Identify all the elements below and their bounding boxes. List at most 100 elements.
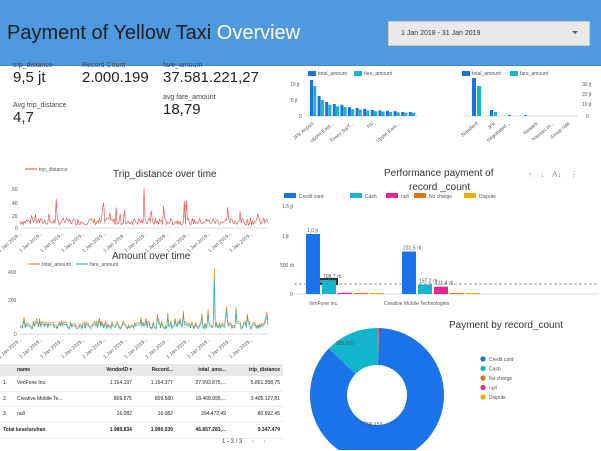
legend-label: No charge xyxy=(429,194,452,200)
bar-total-amount xyxy=(378,110,382,116)
scorecard-avg-trip-distance[interactable]: Avg trip_distance 4,7 xyxy=(13,102,67,126)
chart-title: Amount over time xyxy=(112,251,191,262)
scorecard-value: 9,5 jt xyxy=(13,69,46,86)
legend-dot xyxy=(480,365,486,372)
data-label: 1,0 jt xyxy=(307,228,318,234)
table-total-record-count: 1.990.039 xyxy=(134,420,176,439)
table-total-amount: 46.857.283,... xyxy=(175,420,230,439)
chart-title-line2: record _count xyxy=(409,182,470,193)
table-cell-record-count: 809.580 xyxy=(134,391,176,407)
scorecard-trip-distance[interactable]: trip_distance 9,5 jt xyxy=(13,62,53,86)
chevron-right-icon[interactable]: › xyxy=(264,439,266,445)
legend-label: Dispute xyxy=(479,194,496,200)
bar-group: 1,0 jt708,7 rb231,5 rb157,2 rb121,4 rb xyxy=(306,228,480,294)
chart-title: Trip_distance over time xyxy=(113,169,217,180)
table-header-total-amount[interactable]: total_amo... xyxy=(175,364,230,376)
y-tick-label: 0 xyxy=(299,114,302,120)
table-cell-index: 3. xyxy=(0,406,14,422)
table-row[interactable]: 1. VeriFone Inc. 1.164.197 1.164.377 27.… xyxy=(0,376,283,392)
bar-dispute xyxy=(370,293,384,294)
legend-label-total-amount: total_amount xyxy=(318,71,348,77)
table-header-trip-distance[interactable]: trip_distance xyxy=(229,364,283,376)
legend-swatch xyxy=(414,193,426,198)
title-highlight-text: Overview xyxy=(216,22,301,44)
bar-cash xyxy=(418,284,432,294)
report-header: Payment of Yellow Taxi Overview 1 Jan 20… xyxy=(0,0,601,66)
table-cell-vendorid: 16.082 xyxy=(88,406,135,422)
y-tick-label: 400 xyxy=(8,270,17,276)
bar-total-amount xyxy=(340,104,344,116)
pager-text: 1 - 3 / 3 xyxy=(222,439,243,445)
payment-donut-chart[interactable]: Payment by record_count Credit card Cash N… xyxy=(296,312,600,450)
bar-fare-amount xyxy=(336,106,339,116)
legend-label: Credit card xyxy=(299,194,324,200)
data-label: 121,4 rb xyxy=(435,281,454,287)
legend-label: Dispute xyxy=(489,395,506,401)
legend-dot xyxy=(480,384,486,391)
y-tick-label: 30 jt xyxy=(582,82,592,88)
bar-fare-amount xyxy=(351,109,355,116)
top-bar-chart-zones[interactable]: total_amount fare_amount 10 jt 5 jt 0 JF… xyxy=(290,64,420,150)
x-tick-label: NV xyxy=(366,121,376,130)
table-cell-trip-distance: 5.861.358,75 xyxy=(229,376,283,392)
bar-total-amount xyxy=(401,112,405,116)
bar-total-amount xyxy=(386,110,389,116)
bar-total-amount xyxy=(317,96,321,116)
table-total-vendorid: 1.989.834 xyxy=(88,420,135,439)
total-amount-series-line xyxy=(19,267,269,329)
bar-group xyxy=(310,80,415,116)
table-header-vendorid[interactable]: VendorID ▾ xyxy=(88,364,135,376)
bar-null xyxy=(338,292,352,294)
trip-distance-line-chart[interactable]: trip_distance Trip_distance over time 60… xyxy=(0,160,282,252)
bar-fare-amount xyxy=(381,111,385,116)
scorecard-fare-amount[interactable]: fare_amount 37.581.221,27 xyxy=(163,62,259,86)
legend-swatch xyxy=(386,193,398,198)
table-header-row: name VendorID ▾ Record... total_amo... t… xyxy=(0,364,283,376)
bar-credit-card xyxy=(402,251,416,294)
y-tick-label: 0 xyxy=(290,292,293,298)
scorecard-avg-fare-amount[interactable]: avg fare_amount 18,79 xyxy=(163,94,216,118)
y-tick-label: 1,5 jt xyxy=(282,204,293,210)
bar-negotiated-total xyxy=(508,115,511,116)
bar-fare-amount xyxy=(404,112,408,116)
chevron-left-icon[interactable]: ‹ xyxy=(252,439,254,445)
scorecard-label: avg fare_amount xyxy=(163,94,216,101)
y-tick-label: 1 jt xyxy=(282,234,289,240)
table-cell-total-amount: 394.472,49 xyxy=(175,406,230,422)
legend-label: No charge xyxy=(489,376,512,382)
table-cell-record-count: 16.082 xyxy=(134,406,176,422)
donut-slices xyxy=(310,328,444,450)
table-row[interactable]: 3. null 16.082 16.082 394.472,49 80.992,… xyxy=(0,406,283,422)
table-header-name[interactable]: name xyxy=(14,364,89,376)
sort-desc-icon[interactable]: ▾ xyxy=(129,367,132,373)
bar-newark-total xyxy=(524,115,527,116)
x-tick-label: Standard xyxy=(460,121,480,139)
legend: Credit card Cash null No charge Dispute xyxy=(284,193,496,200)
bar-fare-amount xyxy=(374,111,377,116)
y-tick-label: 60 xyxy=(12,187,18,193)
bar-total-amount xyxy=(310,80,313,116)
top-bar-chart-ratecode[interactable]: total_amount fare_amount 30 jt 20 jt 10 … xyxy=(438,64,600,150)
performance-bar-chart[interactable]: Performance payment of record _count Cre… xyxy=(280,162,600,310)
date-range-selector[interactable]: 1 Jan 2018 - 31 Jan 2019 xyxy=(388,21,590,46)
table-header-index xyxy=(0,364,14,376)
y-tick-label: 10 jt xyxy=(290,82,300,88)
legend-label-fare-amount: fare_amount xyxy=(90,262,119,268)
bar-fare-amount xyxy=(358,109,362,116)
table-row[interactable]: 2. Creative Mobile Te... 809.575 809.580… xyxy=(0,391,283,407)
legend-label-fare-amount: fare_amount xyxy=(364,71,393,77)
bar-jfk-fare xyxy=(494,112,497,116)
legend-label-total-amount: total_amount xyxy=(472,71,502,77)
legend-swatch-fare-amount xyxy=(510,71,518,76)
scorecard-record-count[interactable]: Record Count 2.000.199 xyxy=(82,62,149,86)
y-tick-label: 0 xyxy=(15,226,18,232)
amount-line-chart[interactable]: Amount over time total_amount fare_amoun… xyxy=(0,247,282,361)
table-total-row: Total keseluruhan 1.989.834 1.990.039 46… xyxy=(0,420,283,439)
table-cell-trip-distance: 3.405.127,81 xyxy=(229,391,283,407)
legend-dot xyxy=(480,394,486,400)
bar-no-charge xyxy=(450,293,464,294)
bar-dispute xyxy=(466,293,480,294)
vendor-table[interactable]: name VendorID ▾ Record... total_amo... t… xyxy=(0,364,283,439)
legend-label-total-amount: total_amount xyxy=(42,262,72,268)
table-header-record-count[interactable]: Record... xyxy=(134,364,176,376)
